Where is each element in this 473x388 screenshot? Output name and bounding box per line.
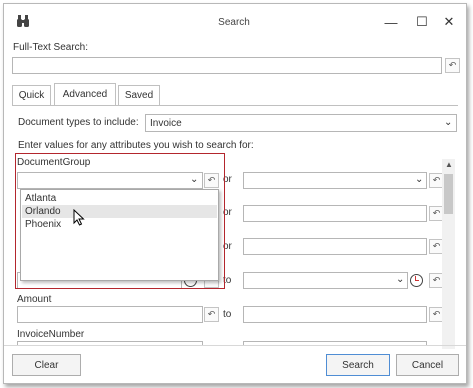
chevron-down-icon: ⌄ [396,274,405,285]
tab-divider [12,105,458,106]
scroll-up-icon[interactable]: ▲ [445,160,453,169]
undo-icon: ↶ [207,175,216,185]
mouse-pointer-icon [73,209,85,226]
undo-icon: ↶ [432,241,441,251]
doc-types-select[interactable]: Invoice ⌄ [145,114,457,132]
minimize-button[interactable]: — [381,12,401,32]
undo-icon: ↶ [207,309,216,319]
search-dialog: Search — ☐ ✕ Full-Text Search: ↶ Quick A… [3,3,467,384]
tab-saved[interactable]: Saved [118,85,160,105]
undo-icon: ↶ [448,60,457,70]
row2-or-input[interactable] [243,205,427,222]
window-title: Search [218,17,250,28]
fulltext-input[interactable] [12,57,442,74]
maximize-icon: ☐ [416,14,428,29]
undo-icon: ↶ [432,175,441,185]
minimize-icon: — [384,14,398,30]
to-label: to [223,275,232,286]
clock-icon[interactable] [410,274,423,287]
undo-icon: ↶ [432,208,441,218]
or-label: or [223,174,232,185]
clear-button[interactable]: Clear [12,354,81,376]
row3-or-input[interactable] [243,238,427,255]
or-label: or [223,241,232,252]
binoculars-icon [17,15,29,27]
amount-undo-button[interactable]: ↶ [204,307,219,322]
or-label: or [223,207,232,218]
instructions-text: Enter values for any attributes you wish… [18,140,254,151]
chevron-down-icon: ⌄ [444,117,453,128]
amount-from-input[interactable] [17,306,203,323]
chevron-down-icon: ⌄ [190,174,199,185]
undo-icon: ↶ [432,275,441,285]
document-group-dropdown: Atlanta Orlando Phoenix [20,189,219,281]
to-label: to [223,309,232,320]
close-icon: ✕ [443,14,455,29]
tab-advanced[interactable]: Advanced [54,83,116,105]
document-group-label: DocumentGroup [17,157,91,168]
cancel-button[interactable]: Cancel [396,354,459,376]
dropdown-option-atlanta[interactable]: Atlanta [22,192,217,205]
document-group-undo-button[interactable]: ↶ [204,173,219,188]
doc-types-label: Document types to include: [18,117,139,128]
scrollbar-thumb[interactable] [444,174,453,214]
amount-to-input[interactable] [243,306,427,323]
fulltext-undo-button[interactable]: ↶ [445,58,460,73]
footer-divider [4,345,466,346]
document-group-or-select[interactable]: ⌄ [243,172,427,189]
maximize-button[interactable]: ☐ [412,12,432,32]
invoice-number-label: InvoiceNumber [17,329,85,340]
document-group-select[interactable]: ⌄ [17,172,203,189]
dropdown-option-phoenix[interactable]: Phoenix [22,218,217,231]
amount-label: Amount [17,294,52,305]
fulltext-label: Full-Text Search: [13,42,89,53]
close-button[interactable]: ✕ [439,12,459,32]
dropdown-option-orlando[interactable]: Orlando [22,205,217,218]
row4-to-input[interactable]: ⌄ [243,272,408,289]
title-bar: Search — ☐ ✕ [4,4,466,40]
tab-quick[interactable]: Quick [12,85,51,105]
search-button[interactable]: Search [326,354,390,376]
chevron-down-icon: ⌄ [415,174,424,185]
undo-icon: ↶ [432,309,441,319]
